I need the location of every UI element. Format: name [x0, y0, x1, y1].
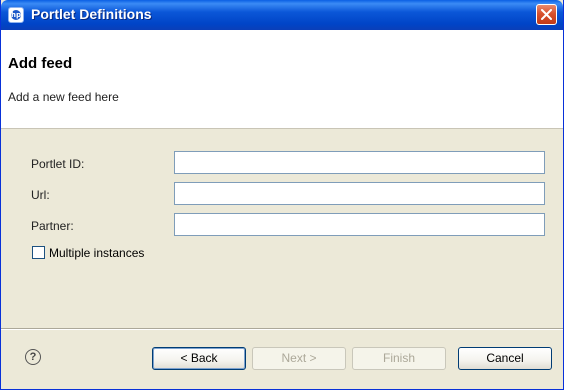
wizard-banner: Add feed Add a new feed here: [1, 30, 563, 129]
close-button[interactable]: [536, 4, 557, 25]
partner-label: Partner:: [31, 219, 74, 233]
portlet-id-label: Portlet ID:: [31, 157, 85, 171]
partner-input[interactable]: [174, 213, 545, 236]
page-title: Add feed: [8, 55, 73, 72]
multiple-instances-checkbox[interactable]: [32, 246, 45, 259]
cancel-button[interactable]: Cancel: [458, 347, 552, 370]
back-button[interactable]: < Back: [152, 347, 246, 370]
url-label: Url:: [31, 188, 50, 202]
finish-button[interactable]: Finish: [352, 347, 446, 370]
footer-separator: [1, 328, 563, 330]
page-description: Add a new feed here: [8, 90, 119, 104]
dialog-window: hp Portlet Definitions Add feed Add a ne…: [0, 0, 564, 390]
next-button[interactable]: Next >: [252, 347, 346, 370]
portlet-id-input[interactable]: [174, 151, 545, 174]
close-icon: [541, 9, 552, 20]
multiple-instances-label[interactable]: Multiple instances: [49, 246, 144, 260]
hp-logo-icon: hp: [8, 7, 24, 23]
help-icon[interactable]: ?: [25, 349, 41, 365]
title-bar[interactable]: hp Portlet Definitions: [1, 0, 563, 30]
url-input[interactable]: [174, 182, 545, 205]
window-title: Portlet Definitions: [31, 6, 152, 22]
